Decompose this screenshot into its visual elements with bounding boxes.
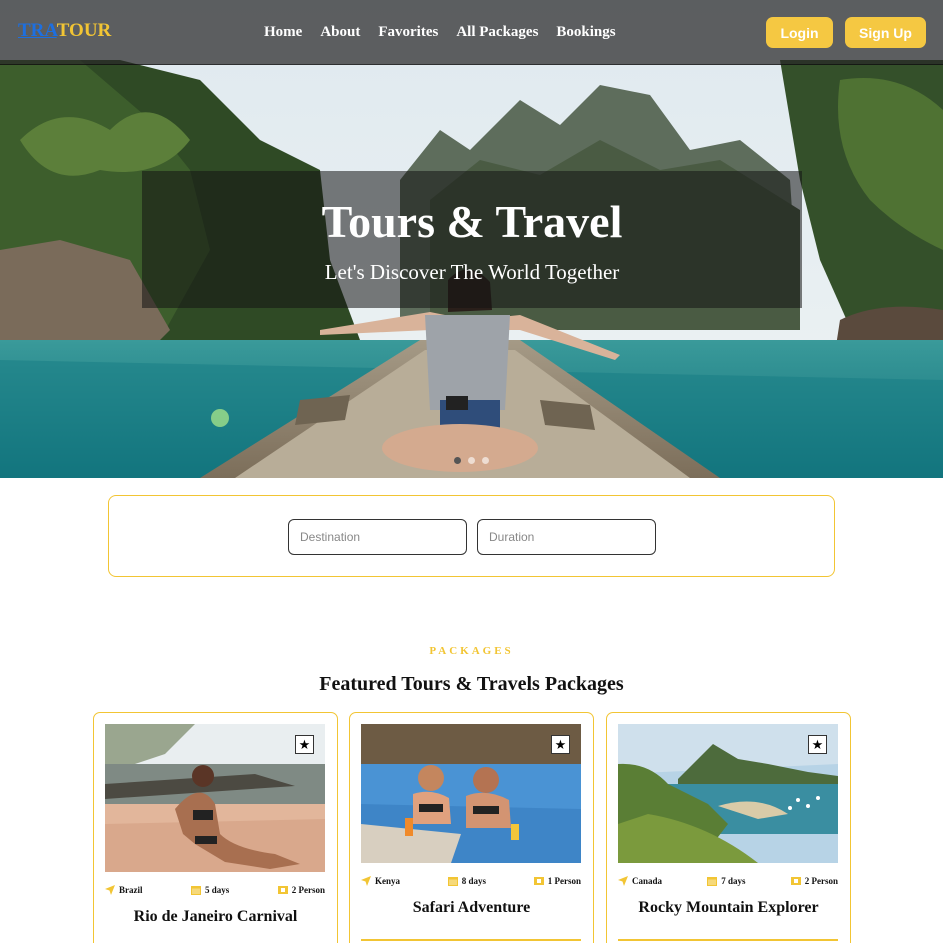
package-duration: 8 days [447, 876, 487, 886]
package-people: 2 Person [277, 885, 325, 895]
package-image: ★ [105, 724, 325, 872]
package-people-text: 1 Person [547, 876, 581, 886]
package-people: 2 Person [790, 876, 838, 886]
package-duration-text: 5 days [204, 885, 230, 895]
package-location: Kenya [361, 876, 400, 886]
carousel-dot[interactable] [482, 457, 489, 464]
package-meta: Kenya 8 days 1 Person [361, 876, 581, 886]
calendar-icon [707, 877, 718, 886]
package-title[interactable]: Rocky Mountain Explorer [607, 899, 850, 917]
package-duration-text: 7 days [721, 876, 746, 886]
carousel-indicators [454, 457, 489, 464]
package-location-text: Kenya [375, 876, 401, 886]
ticket-icon [533, 877, 544, 885]
search-panel [108, 495, 835, 577]
carousel-dot[interactable] [454, 457, 461, 464]
navbar: TRATOUR Home About Favorites All Package… [0, 0, 943, 65]
package-duration-text: 8 days [461, 876, 487, 886]
nav-link-about[interactable]: About [320, 24, 360, 41]
signup-button[interactable]: Sign Up [845, 17, 926, 48]
package-card[interactable]: ★ Canada 7 days 2 Person Rocky Mountain … [606, 712, 851, 943]
login-button[interactable]: Login [766, 17, 833, 48]
card-divider [361, 939, 581, 941]
carousel-dot[interactable] [468, 457, 475, 464]
location-arrow-icon [105, 885, 115, 895]
package-people: 1 Person [533, 876, 581, 886]
favorite-star-icon[interactable]: ★ [551, 735, 570, 754]
package-card[interactable]: ★ Brazil 5 days 2 Person Rio de Janeiro … [93, 712, 338, 943]
package-meta: Brazil 5 days 2 Person [105, 885, 325, 895]
package-location-text: Canada [632, 876, 663, 886]
package-location: Brazil [105, 885, 143, 895]
hero-title: Tours & Travel [321, 196, 623, 247]
hero-subtitle: Let's Discover The World Together [324, 260, 620, 284]
nav-link-favorites[interactable]: Favorites [378, 24, 438, 41]
package-title[interactable]: Rio de Janeiro Carnival [94, 908, 337, 926]
location-arrow-icon [618, 876, 628, 886]
calendar-icon [190, 886, 201, 895]
ticket-icon [277, 886, 288, 894]
brand-logo-part2: TOUR [56, 20, 112, 41]
location-arrow-icon [361, 876, 371, 886]
calendar-icon [447, 877, 458, 886]
hero-caption: Tours & Travel Let's Discover The World … [142, 171, 802, 308]
card-divider [618, 939, 838, 941]
destination-input[interactable] [288, 519, 467, 555]
favorite-star-icon[interactable]: ★ [808, 735, 827, 754]
package-location-text: Brazil [119, 885, 143, 895]
brand-logo-part1: TRA [18, 20, 57, 41]
section-title: Featured Tours & Travels Packages [319, 673, 624, 695]
brand-logo[interactable]: TRATOUR [18, 20, 111, 42]
nav-link-bookings[interactable]: Bookings [556, 24, 615, 41]
package-people-text: 2 Person [291, 885, 325, 895]
package-duration: 7 days [707, 876, 746, 886]
hero-banner: TRATOUR Home About Favorites All Package… [0, 0, 943, 478]
ticket-icon [790, 877, 801, 885]
nav-link-all-packages[interactable]: All Packages [456, 24, 538, 41]
package-title[interactable]: Safari Adventure [350, 899, 593, 917]
duration-input[interactable] [477, 519, 656, 555]
nav-link-home[interactable]: Home [264, 24, 302, 41]
package-image: ★ [618, 724, 838, 863]
package-meta: Canada 7 days 2 Person [618, 876, 838, 886]
package-location: Canada [618, 876, 662, 886]
favorite-star-icon[interactable]: ★ [295, 735, 314, 754]
package-image: ★ [361, 724, 581, 863]
package-card[interactable]: ★ Kenya 8 days 1 Person Safari Adventure [349, 712, 594, 943]
section-label: PACKAGES [429, 645, 514, 657]
nav-links: Home About Favorites All Packages Bookin… [264, 24, 616, 41]
package-people-text: 2 Person [804, 876, 838, 886]
package-duration: 5 days [190, 885, 230, 895]
